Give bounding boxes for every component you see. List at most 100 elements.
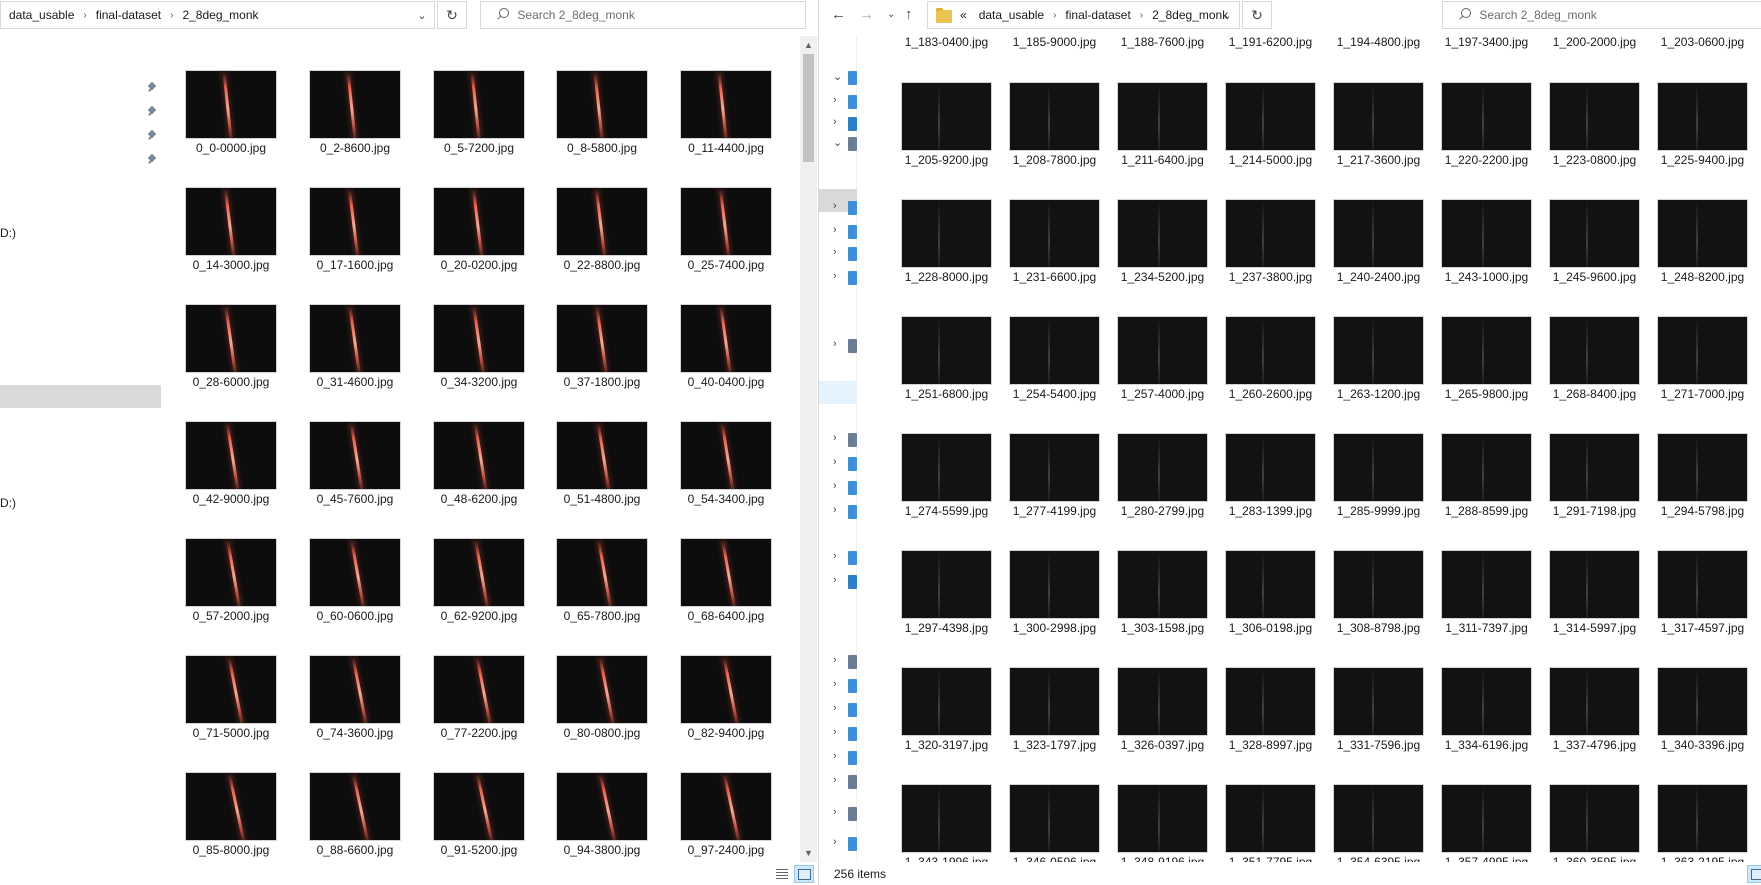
thumbnail-profile-glow — [227, 773, 246, 840]
forward-arrow-icon[interactable]: → — [859, 6, 874, 23]
chevron-right-icon[interactable]: › — [833, 550, 837, 562]
chevron-right-icon[interactable]: › — [833, 94, 837, 106]
file-name-label: 1_285-9999.jpg — [1336, 504, 1421, 518]
file-name-label: 1_328-8997.jpg — [1228, 738, 1313, 752]
address-toolbar: data_usable › final-dataset › 2_8deg_mon… — [0, 0, 818, 30]
chevron-right-icon[interactable]: › — [833, 654, 837, 666]
address-bar[interactable]: « data_usable › final-dataset › 2_8deg_m… — [927, 1, 1240, 29]
search-input[interactable] — [1479, 8, 1761, 22]
thumbnail-profile-glow — [596, 422, 610, 489]
thumbnail-profile-glow — [1696, 200, 1698, 267]
nav-drive-item[interactable]: D:) — [0, 496, 16, 510]
explorer-window-right: ← → ⌄ ↑ « data_usable › final-dataset › … — [818, 0, 1761, 885]
nav-drive-item[interactable]: D:) — [0, 226, 16, 240]
nav-selected-item[interactable] — [0, 385, 161, 408]
pin-icon[interactable] — [146, 82, 158, 94]
search-box[interactable] — [1442, 1, 1761, 29]
chevron-right-icon[interactable]: › — [833, 116, 837, 128]
file-name-label: 1_217-3600.jpg — [1336, 153, 1421, 167]
chevron-right-icon[interactable]: › — [833, 200, 837, 212]
chevron-right-icon[interactable]: › — [833, 456, 837, 468]
chevron-down-icon[interactable]: ⌄ — [1216, 2, 1238, 28]
chevron-right-icon[interactable]: › — [833, 702, 837, 714]
file-name-label: 1_323-1797.jpg — [1012, 738, 1097, 752]
pin-icon[interactable] — [146, 130, 158, 142]
pin-icon[interactable] — [146, 106, 158, 118]
refresh-button[interactable]: ↻ — [1242, 1, 1272, 29]
chevron-right-icon[interactable]: › — [833, 678, 837, 690]
thumbnail-profile-glow — [1048, 668, 1050, 735]
breadcrumb-separator-icon[interactable]: › — [1133, 10, 1150, 21]
large-icons-view-button[interactable] — [794, 865, 814, 883]
file-name-label: 1_294-5798.jpg — [1660, 504, 1745, 518]
chevron-right-icon[interactable]: › — [833, 836, 837, 848]
address-bar[interactable]: data_usable › final-dataset › 2_8deg_mon… — [0, 1, 435, 29]
scroll-thumb[interactable] — [803, 54, 814, 162]
nav-hover-item[interactable] — [819, 381, 857, 404]
scrollbar[interactable]: ▲ ▼ — [800, 36, 817, 862]
thumbnail-image — [556, 304, 648, 373]
file-name-label: 0_8-5800.jpg — [566, 141, 638, 155]
breadcrumb-item[interactable]: 2_8deg_monk — [180, 8, 260, 22]
search-input[interactable] — [517, 8, 805, 22]
breadcrumb-separator-icon[interactable]: › — [76, 10, 93, 21]
file-name-label: 1_188-7600.jpg — [1120, 35, 1205, 49]
thumbnail-image — [309, 772, 401, 841]
thumbnail-profile-glow — [1048, 83, 1050, 150]
back-arrow-icon[interactable]: ← — [831, 6, 846, 23]
breadcrumb-item[interactable]: final-dataset — [1063, 8, 1132, 22]
chevron-right-icon[interactable]: › — [833, 774, 837, 786]
chevron-right-icon[interactable]: › — [833, 504, 837, 516]
file-name-label: 0_97-2400.jpg — [687, 843, 765, 857]
scroll-down-icon[interactable]: ▼ — [800, 844, 817, 861]
refresh-button[interactable]: ↻ — [437, 1, 467, 29]
thumbnail-image — [1549, 316, 1640, 385]
file-name-label: 1_257-4000.jpg — [1120, 387, 1205, 401]
chevron-right-icon[interactable]: › — [833, 574, 837, 586]
chevron-right-icon[interactable]: › — [833, 270, 837, 282]
chevron-right-icon[interactable]: › — [833, 338, 837, 350]
thumbnail-profile-glow — [1372, 668, 1374, 735]
breadcrumb-item[interactable]: data_usable — [977, 8, 1046, 22]
file-name-label: 1_197-3400.jpg — [1444, 35, 1529, 49]
file-name-label: 1_317-4597.jpg — [1660, 621, 1745, 635]
file-name-label: 1_228-8000.jpg — [904, 270, 989, 284]
thumbnail-image — [1333, 199, 1424, 268]
up-arrow-icon[interactable]: ↑ — [905, 6, 913, 23]
large-icons-view-button[interactable] — [1747, 865, 1761, 883]
chevron-right-icon[interactable]: › — [833, 246, 837, 258]
thumbnail-profile-glow — [722, 773, 741, 840]
chevron-down-icon[interactable]: ⌄ — [411, 2, 433, 28]
thumbnail-image — [309, 421, 401, 490]
thumbnail-image — [556, 70, 648, 139]
chevron-down-icon[interactable]: ⌄ — [833, 70, 842, 83]
chevron-right-icon[interactable]: › — [833, 726, 837, 738]
chevron-right-icon[interactable]: › — [833, 750, 837, 762]
pin-icon[interactable] — [146, 154, 158, 166]
thumbnail-image — [1657, 82, 1748, 151]
thumbnail-profile-glow — [1482, 668, 1484, 735]
breadcrumb-separator-icon[interactable]: › — [1046, 10, 1063, 21]
breadcrumb-separator-icon[interactable]: › — [163, 10, 180, 21]
recent-dropdown-icon[interactable]: ⌄ — [887, 9, 895, 20]
thumbnail-image — [901, 784, 992, 853]
breadcrumb-item[interactable]: final-dataset — [94, 8, 163, 22]
search-box[interactable] — [480, 1, 806, 29]
chevron-right-icon[interactable]: › — [833, 806, 837, 818]
breadcrumb-item[interactable]: data_usable — [7, 8, 76, 22]
chevron-right-icon[interactable]: › — [833, 224, 837, 236]
thumbnail-image — [901, 550, 992, 619]
breadcrumb-overflow[interactable]: « — [958, 8, 969, 22]
scroll-up-icon[interactable]: ▲ — [800, 36, 817, 53]
file-name-label: 0_20-0200.jpg — [440, 258, 518, 272]
navigation-pane: ⌄ › › ⌄ › › › › › › › › › › › › › › › › › › › — [819, 36, 857, 862]
thumbnail-image — [1441, 433, 1532, 502]
file-name-label: 1_185-9000.jpg — [1012, 35, 1097, 49]
thumbnail-profile-glow — [593, 71, 604, 138]
details-view-button[interactable] — [772, 865, 792, 883]
chevron-down-icon[interactable]: ⌄ — [833, 136, 842, 149]
thumbnail-image — [433, 304, 525, 373]
chevron-right-icon[interactable]: › — [833, 432, 837, 444]
chevron-right-icon[interactable]: › — [833, 480, 837, 492]
thumbnail-profile-glow — [1262, 785, 1264, 852]
